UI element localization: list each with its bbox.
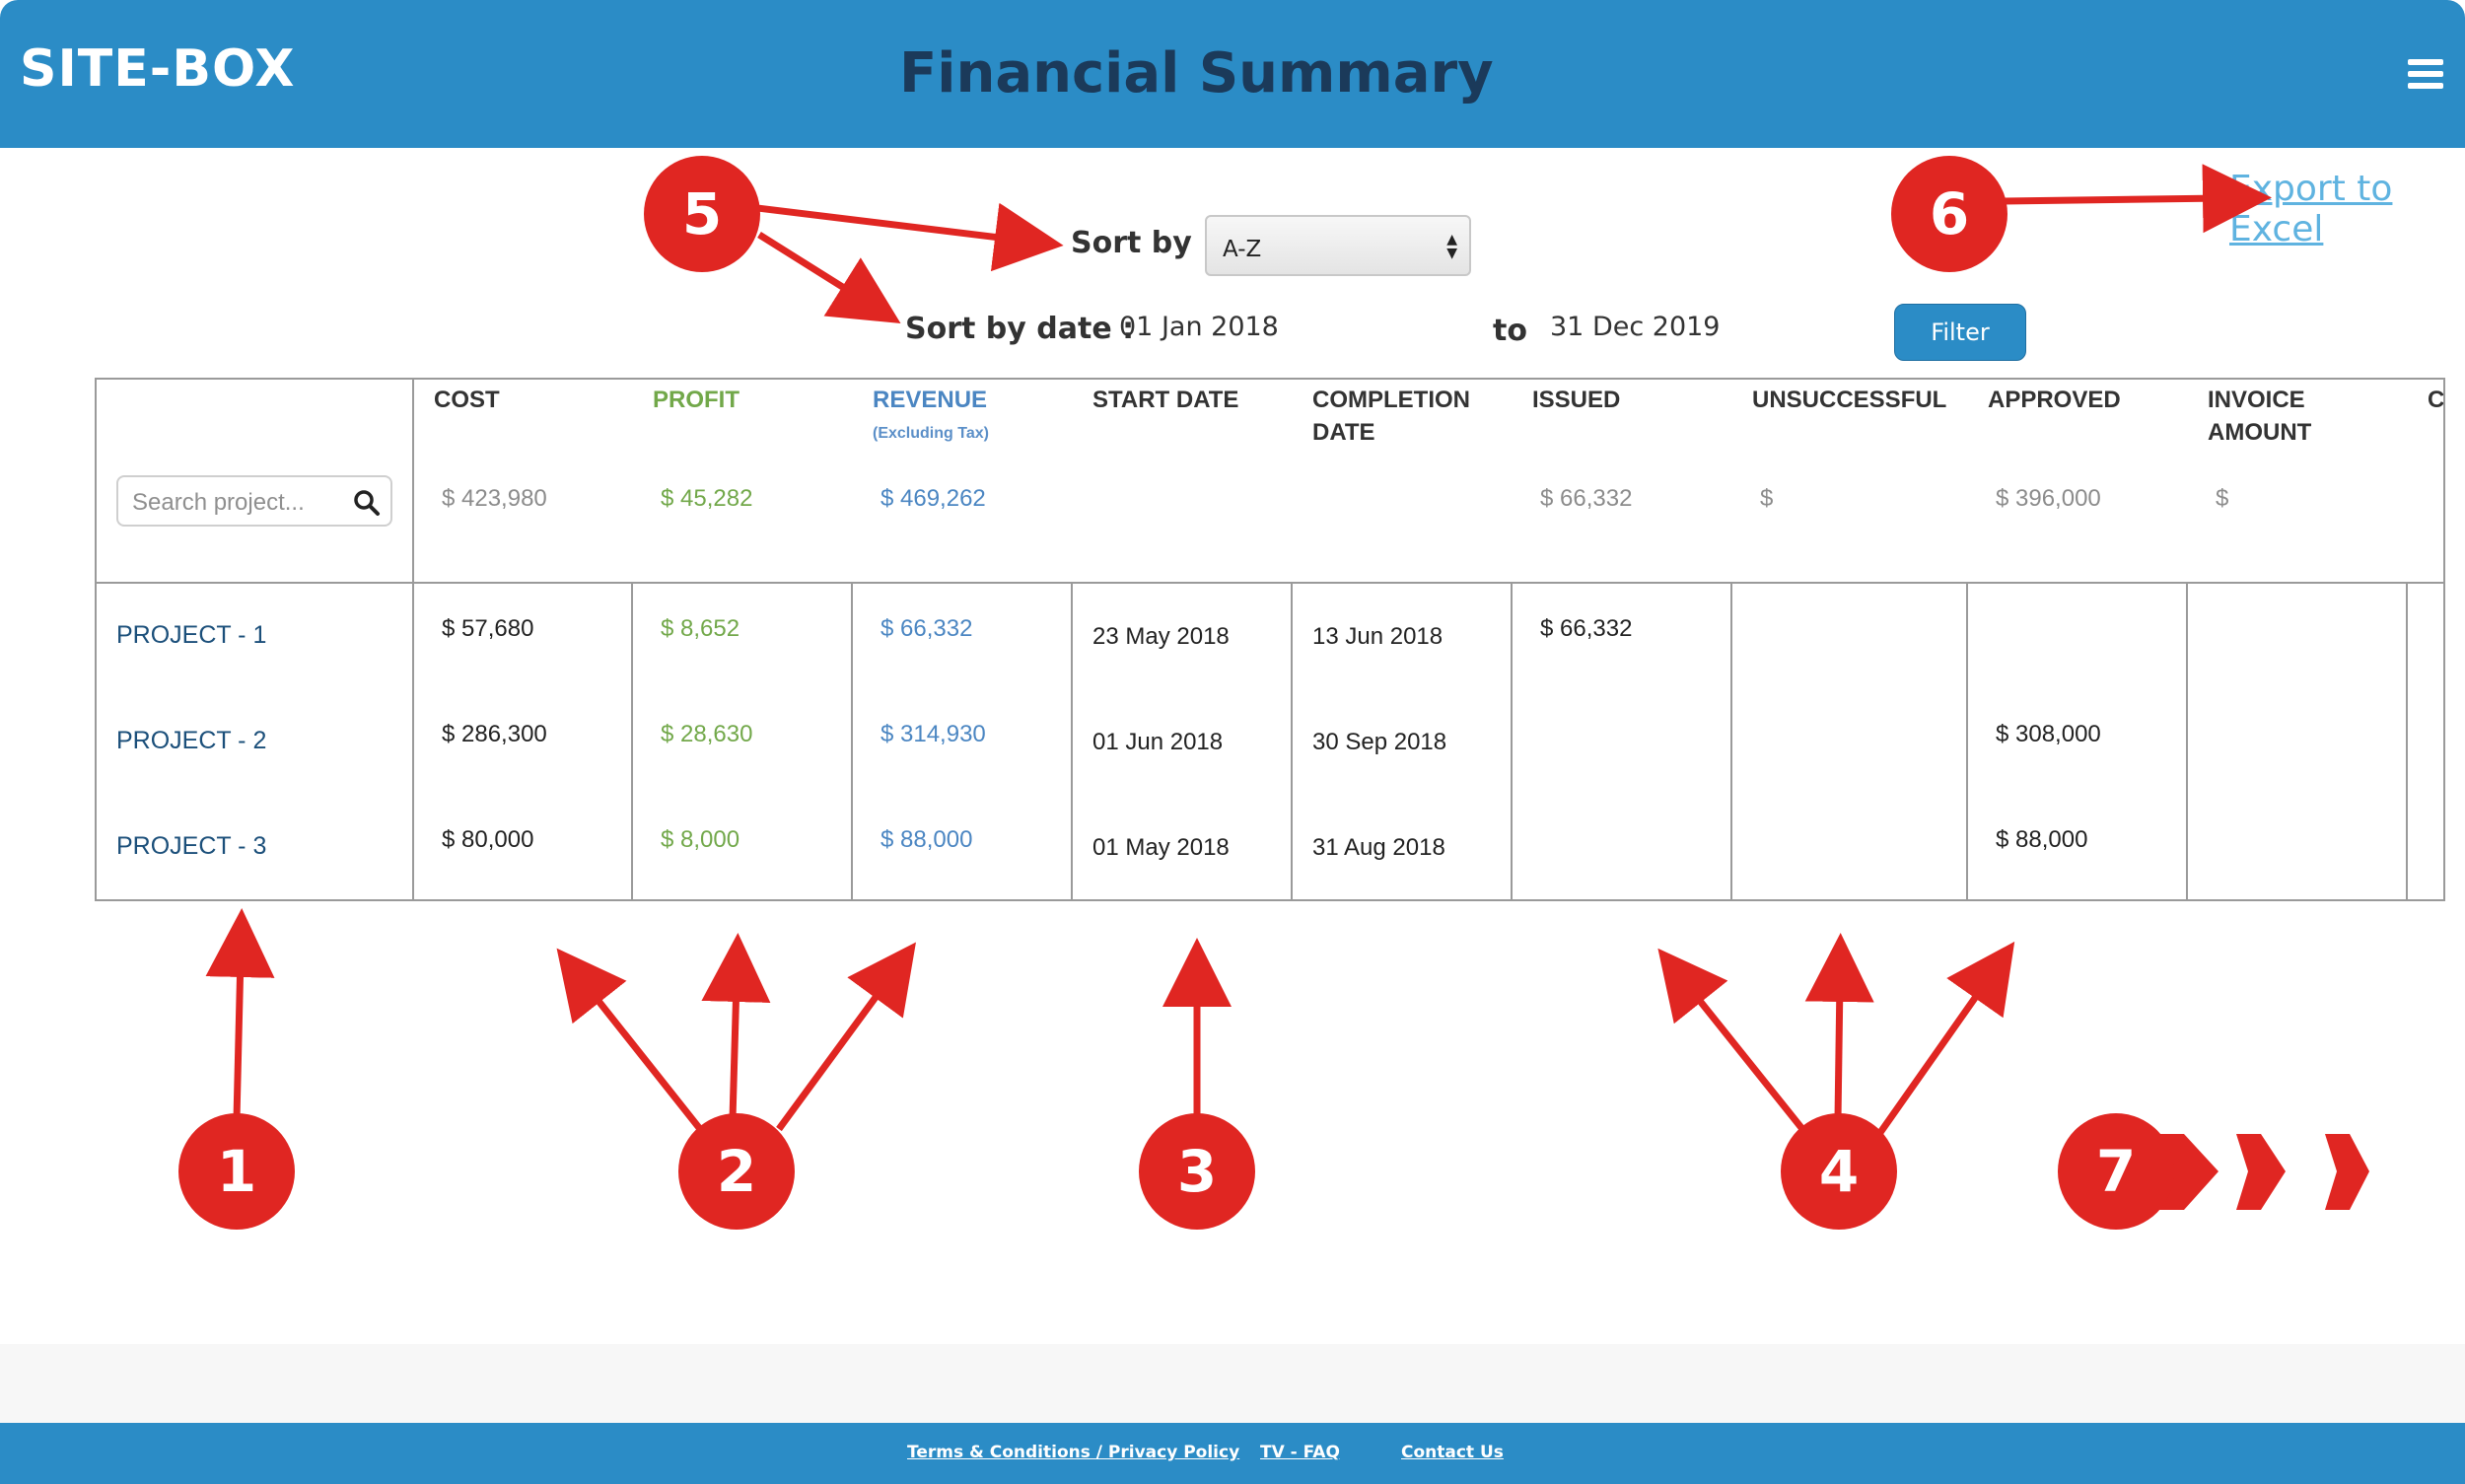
- completion-header-line1: COMPLETION: [1312, 387, 1470, 413]
- cell-completion-date: 13 Jun 2018: [1312, 623, 1444, 650]
- header-row-divider: [97, 582, 2443, 584]
- annotation-badge-2: 2: [678, 1113, 795, 1230]
- column-divider: [1511, 582, 1513, 899]
- search-input[interactable]: [132, 489, 349, 517]
- footer-spacer: [0, 1344, 2465, 1423]
- contact-us-link[interactable]: Contact Us: [1401, 1443, 1504, 1462]
- annotation-arrow: [1657, 948, 1809, 1137]
- annotation-badge-1: 1: [178, 1113, 295, 1230]
- cell-revenue: $ 314,930: [880, 721, 986, 747]
- cell-start-date: 01 Jun 2018: [1092, 729, 1224, 755]
- cell-profit: $ 8,652: [661, 615, 740, 642]
- annotation-badge-5: 5: [644, 156, 760, 272]
- filter-button[interactable]: Filter: [1894, 304, 2026, 361]
- annotation-arrow: [1804, 933, 1874, 1120]
- column-divider: [2186, 582, 2188, 899]
- sort-by-date-label: Sort by date :: [905, 312, 1135, 346]
- annotation-badge-4: 4: [1781, 1113, 1897, 1230]
- annotation-arrow: [701, 933, 771, 1120]
- cell-revenue: $ 66,332: [880, 615, 973, 642]
- hamburger-menu-icon[interactable]: [2408, 59, 2443, 89]
- column-header-issued[interactable]: ISSUED: [1532, 384, 1620, 416]
- export-to-excel-link[interactable]: Export to Excel: [2229, 169, 2465, 249]
- total-invoice-amount: $: [2216, 485, 2229, 512]
- date-from-field[interactable]: 01 Jan 2018: [1119, 312, 1279, 342]
- total-issued: $ 66,332: [1540, 485, 1633, 512]
- cell-start-date: 23 May 2018: [1092, 623, 1230, 650]
- column-divider: [1966, 582, 1968, 899]
- app-window: SITE-BOX Financial Summary Sort by : A-Z…: [0, 0, 2465, 1484]
- annotation-arrow: [1876, 941, 2015, 1137]
- project-link[interactable]: PROJECT - 3: [116, 832, 266, 861]
- cell-issued: $ 66,332: [1540, 615, 1633, 642]
- cell-profit: $ 8,000: [661, 826, 740, 853]
- search-icon[interactable]: [353, 489, 381, 517]
- column-header-start-date[interactable]: START DATE: [1092, 384, 1238, 416]
- cell-start-date: 01 May 2018: [1092, 834, 1230, 861]
- annotation-arrow: [2001, 164, 2272, 234]
- column-header-revenue[interactable]: REVENUE: [873, 384, 987, 416]
- total-cost: $ 423,980: [442, 485, 547, 512]
- total-approved: $ 396,000: [1996, 485, 2101, 512]
- date-to-label: to: [1493, 314, 1527, 348]
- revenue-subtitle: (Excluding Tax): [873, 425, 989, 442]
- annotation-badge-7: 7: [2058, 1113, 2174, 1230]
- cell-cost: $ 57,680: [442, 615, 534, 642]
- annotation-chevron: [2236, 1134, 2286, 1210]
- column-header-cost[interactable]: COST: [434, 384, 500, 416]
- cell-cost: $ 286,300: [442, 721, 547, 747]
- date-to-field[interactable]: 31 Dec 2019: [1550, 312, 1720, 342]
- terms-privacy-link[interactable]: Terms & Conditions / Privacy Policy: [907, 1443, 1239, 1462]
- select-arrows-icon: ▲ ▼: [1446, 232, 1457, 261]
- total-unsuccessful: $: [1760, 485, 1774, 512]
- column-divider: [412, 380, 414, 899]
- annotation-arrow: [205, 908, 275, 1120]
- cell-approved: $ 308,000: [1996, 721, 2101, 747]
- cell-revenue: $ 88,000: [880, 826, 973, 853]
- annotation-arrow: [748, 202, 1064, 272]
- column-divider: [1730, 582, 1732, 899]
- column-divider: [2406, 582, 2408, 899]
- column-header-profit[interactable]: PROFIT: [653, 384, 740, 416]
- faq-link[interactable]: TV - FAQ: [1260, 1443, 1340, 1462]
- column-header-completion-date[interactable]: COMPLETION DATE: [1312, 384, 1470, 449]
- annotation-arrow: [776, 942, 916, 1132]
- column-divider: [851, 582, 853, 899]
- app-header: SITE-BOX Financial Summary: [0, 0, 2465, 148]
- annotation-badge-3: 3: [1139, 1113, 1255, 1230]
- cell-approved: $ 88,000: [1996, 826, 2088, 853]
- column-header-truncated[interactable]: C: [2428, 384, 2443, 416]
- completion-header-line2: DATE: [1312, 419, 1375, 446]
- sort-by-label: Sort by :: [1071, 226, 1215, 260]
- invoice-header-line1: INVOICE: [2208, 387, 2305, 413]
- brand-logo[interactable]: SITE-BOX: [20, 39, 295, 99]
- cell-completion-date: 30 Sep 2018: [1312, 729, 1447, 755]
- column-header-unsuccessful[interactable]: UNSUCCESSFUL: [1752, 384, 1946, 416]
- annotation-arrow: [556, 948, 703, 1132]
- column-divider: [631, 582, 633, 899]
- project-link[interactable]: PROJECT - 1: [116, 621, 266, 650]
- column-divider: [1291, 582, 1293, 899]
- cell-profit: $ 28,630: [661, 721, 753, 747]
- total-profit: $ 45,282: [661, 485, 753, 512]
- annotation-arrow: [757, 232, 901, 324]
- project-link[interactable]: PROJECT - 2: [116, 727, 266, 755]
- financial-summary-table: COST PROFIT REVENUE (Excluding Tax) STAR…: [95, 378, 2445, 901]
- column-header-invoice-amount[interactable]: INVOICE AMOUNT: [2208, 384, 2311, 449]
- sort-by-select[interactable]: A-Z ▲ ▼: [1205, 215, 1471, 276]
- column-header-approved[interactable]: APPROVED: [1988, 384, 2121, 416]
- annotation-chevron: [2325, 1134, 2369, 1210]
- sort-by-value: A-Z: [1223, 237, 1262, 262]
- search-box[interactable]: [116, 475, 392, 527]
- total-revenue: $ 469,262: [880, 485, 986, 512]
- invoice-header-line2: AMOUNT: [2208, 419, 2312, 446]
- cell-cost: $ 80,000: [442, 826, 534, 853]
- annotation-badge-6: 6: [1891, 156, 2007, 272]
- column-divider: [1071, 582, 1073, 899]
- app-footer: Terms & Conditions / Privacy Policy TV -…: [0, 1423, 2465, 1484]
- cell-completion-date: 31 Aug 2018: [1312, 834, 1445, 861]
- page-title: Financial Summary: [899, 41, 1494, 106]
